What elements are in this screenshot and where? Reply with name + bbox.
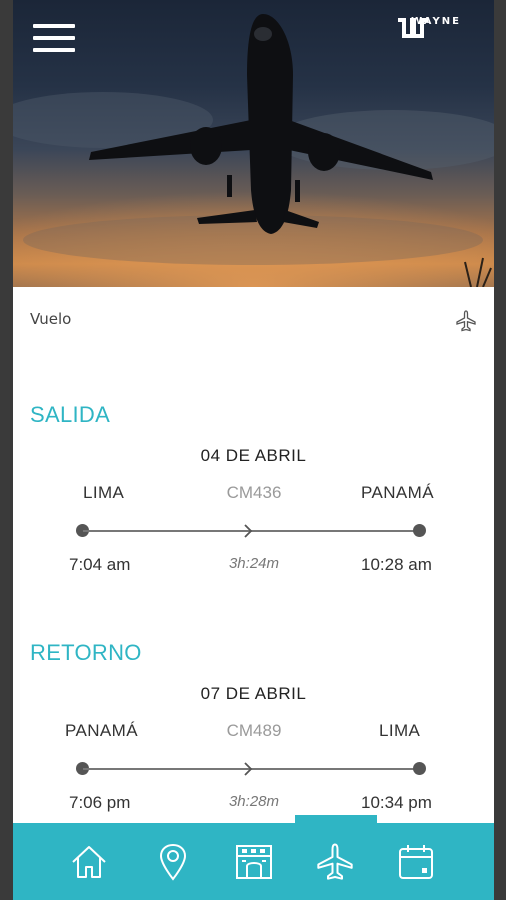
- wayne-logo: WAYNE: [396, 16, 476, 60]
- location-pin-icon: [159, 843, 187, 881]
- departure-time: 7:04 am: [69, 555, 131, 574]
- app-screen: WAYNE Vuelo SALIDA 04 DE ABRIL LIMA CM43…: [13, 0, 494, 900]
- home-icon: [72, 845, 106, 878]
- menu-bar: [33, 36, 75, 40]
- flight-number: CM436: [226, 483, 282, 502]
- menu-button[interactable]: [33, 24, 75, 56]
- arrival-time: 10:34 pm: [361, 793, 432, 812]
- destination-dot: [413, 762, 426, 775]
- leg-date: 04 DE ABRIL: [200, 446, 307, 465]
- nav-hotel[interactable]: [214, 823, 294, 900]
- nav-calendar[interactable]: [376, 823, 456, 900]
- departure-time: 7:06 pm: [69, 793, 131, 812]
- airplane-icon: [317, 843, 353, 880]
- menu-bar: [33, 48, 75, 52]
- chevron-right-icon: [244, 762, 253, 776]
- hero-image: WAYNE: [13, 0, 494, 287]
- flight-duration: 3h:24m: [228, 555, 280, 572]
- menu-bar: [33, 24, 75, 28]
- origin-city: PANAMÁ: [65, 721, 138, 740]
- bottom-nav: [13, 823, 494, 900]
- calendar-icon: [399, 844, 433, 879]
- chevron-right-icon: [244, 524, 253, 538]
- nav-home[interactable]: [49, 823, 129, 900]
- airplane-outline-icon: [456, 310, 476, 332]
- nav-location[interactable]: [133, 823, 213, 900]
- flight-number: CM489: [226, 721, 282, 740]
- logo-mark-icon: [398, 18, 428, 38]
- leg-date: 07 DE ABRIL: [200, 684, 307, 703]
- section-header: Vuelo: [13, 287, 494, 347]
- section-title: Vuelo: [30, 310, 72, 328]
- origin-city: LIMA: [83, 483, 125, 502]
- flight-duration: 3h:28m: [228, 793, 280, 810]
- destination-city: PANAMÁ: [361, 483, 434, 502]
- destination-dot: [413, 524, 426, 537]
- arrival-time: 10:28 am: [361, 555, 432, 574]
- nav-flight[interactable]: [295, 823, 375, 900]
- destination-city: LIMA: [379, 721, 421, 740]
- hotel-icon: [236, 844, 272, 879]
- leg-title-retorno: RETORNO: [30, 640, 142, 665]
- leg-title-salida: SALIDA: [30, 402, 111, 427]
